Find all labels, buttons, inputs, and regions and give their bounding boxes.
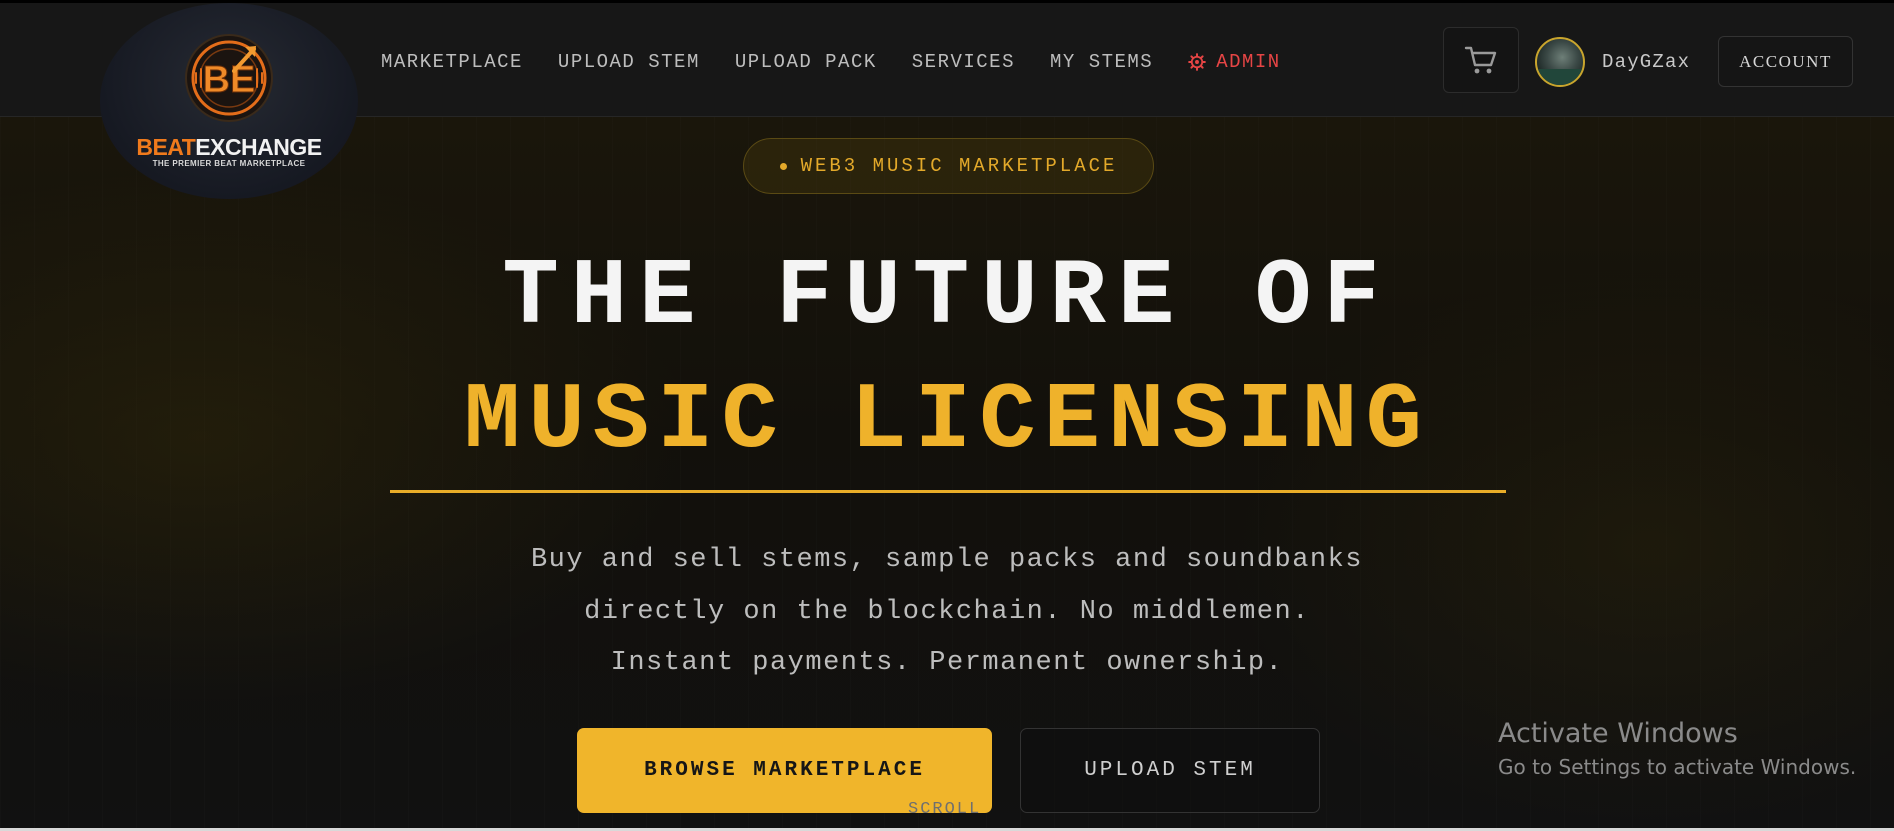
brand-name-part1: BEAT [136, 134, 196, 160]
badge-dot [779, 162, 787, 170]
hero-headline-line1: THE FUTURE OF [502, 245, 1392, 351]
nav-link-services[interactable]: SERVICES [912, 51, 1015, 73]
nav-link-marketplace[interactable]: MARKETPLACE [381, 51, 523, 73]
username-label[interactable]: DayGZax [1602, 51, 1690, 73]
nav-link-upload-pack[interactable]: UPLOAD PACK [735, 51, 877, 73]
hero-subtitle: Buy and sell stems, sample packs and sou… [447, 535, 1447, 690]
logo-emblem-icon: BE [185, 34, 273, 122]
watermark-title: Activate Windows [1498, 718, 1738, 749]
hero-subtitle-line: Instant payments. Permanent ownership. [610, 648, 1284, 678]
watermark-subtitle: Go to Settings to activate Windows. [1498, 755, 1857, 779]
hero-badge-label: WEB3 MUSIC MARKETPLACE [800, 155, 1118, 177]
nav-link-admin[interactable]: ADMIN [1188, 51, 1281, 73]
nav-link-upload-stem[interactable]: UPLOAD STEM [558, 51, 700, 73]
hero-subtitle-line: directly on the blockchain. No middlemen… [584, 596, 1310, 627]
account-button[interactable]: ACCOUNT [1718, 36, 1853, 87]
headline-underline [390, 490, 1506, 493]
upload-stem-button[interactable]: UPLOAD STEM [1020, 728, 1320, 813]
hero-badge: WEB3 MUSIC MARKETPLACE [743, 138, 1154, 194]
windows-activation-watermark: Activate Windows Go to Settings to activ… [1498, 716, 1856, 782]
cart-icon [1464, 46, 1497, 74]
cart-button[interactable] [1443, 27, 1519, 93]
hero-headline-line2: MUSIC LICENSING [463, 369, 1431, 475]
avatar-shade [1537, 69, 1583, 85]
gear-icon [1188, 53, 1207, 71]
brand-logo[interactable]: BE BEATEXCHANGE THE PREMIER BEAT MARKETP… [100, 3, 358, 199]
logo-letters: BE [203, 59, 256, 101]
main-nav: MARKETPLACE UPLOAD STEM UPLOAD PACK SERV… [381, 51, 1281, 73]
scroll-hint[interactable]: SCROLL [908, 800, 981, 819]
user-avatar[interactable] [1535, 37, 1585, 87]
hero-subtitle-line: Buy and sell stems, sample packs and sou… [530, 545, 1364, 575]
brand-name-part2: EXCHANGE [195, 134, 322, 160]
nav-link-my-stems[interactable]: MY STEMS [1050, 51, 1153, 73]
brand-name: BEATEXCHANGE [100, 134, 358, 161]
brand-tagline: THE PREMIER BEAT MARKETPLACE [152, 159, 306, 168]
nav-admin-label: ADMIN [1216, 51, 1281, 73]
